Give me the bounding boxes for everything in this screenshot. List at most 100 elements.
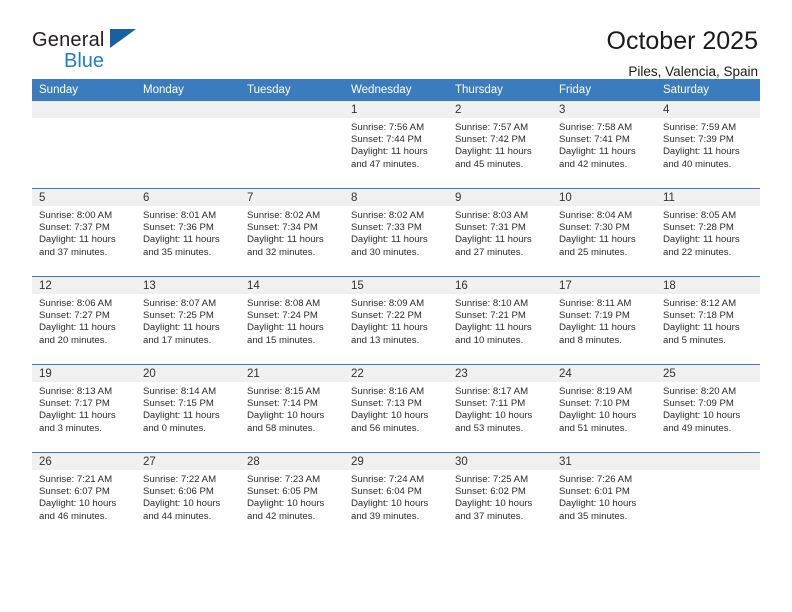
sunset-text: Sunset: 7:44 PM: [351, 134, 422, 146]
sunset-text: Sunset: 6:06 PM: [143, 486, 214, 498]
date-number: 17: [552, 277, 656, 294]
day-cell: 19 Sunrise: 8:13 AM Sunset: 7:17 PM Dayligh…: [32, 365, 136, 452]
date-number: 5: [32, 189, 136, 206]
calendar-cell-day-21[interactable]: 21 Sunrise: 8:15 AM Sunset: 7:14 PM Dayligh…: [240, 364, 344, 453]
calendar-cell-day-30[interactable]: 30 Sunrise: 7:25 AM Sunset: 6:02 PM Dayligh…: [448, 452, 552, 540]
daylight-text: Daylight: 11 hours and 47 minutes.: [351, 146, 428, 170]
sunset-text: Sunset: 7:39 PM: [663, 134, 734, 146]
sunset-text: Sunset: 7:09 PM: [663, 398, 734, 410]
sunrise-text: Sunrise: 7:57 AM: [455, 122, 529, 133]
calendar-cell-day-23[interactable]: 23 Sunrise: 8:17 AM Sunset: 7:11 PM Dayligh…: [448, 364, 552, 453]
calendar-cell-day-2[interactable]: 2 Sunrise: 7:57 AM Sunset: 7:42 PM Daylight…: [448, 101, 552, 189]
date-number: 21: [240, 365, 344, 382]
calendar-cell-day-9[interactable]: 9 Sunrise: 8:03 AM Sunset: 7:31 PM Daylight…: [448, 188, 552, 277]
calendar-cell-day-5[interactable]: 5 Sunrise: 8:00 AM Sunset: 7:37 PM Daylight…: [32, 188, 136, 277]
sunset-text: Sunset: 7:13 PM: [351, 398, 422, 410]
date-number: 26: [32, 453, 136, 470]
calendar-cell-day-6[interactable]: 6 Sunrise: 8:01 AM Sunset: 7:36 PM Daylight…: [136, 188, 240, 277]
calendar-week-row: 1 Sunrise: 7:56 AM Sunset: 7:44 PM Daylight…: [32, 101, 760, 189]
day-cell: 12 Sunrise: 8:06 AM Sunset: 7:27 PM Dayligh…: [32, 277, 136, 364]
date-number: 3: [552, 101, 656, 118]
calendar-cell-day-29[interactable]: 29 Sunrise: 7:24 AM Sunset: 6:04 PM Dayligh…: [344, 452, 448, 540]
calendar-cell-day-18[interactable]: 18 Sunrise: 8:12 AM Sunset: 7:18 PM Dayligh…: [656, 276, 760, 365]
calendar-cell-day-7[interactable]: 7 Sunrise: 8:02 AM Sunset: 7:34 PM Daylight…: [240, 188, 344, 277]
sunrise-text: Sunrise: 8:14 AM: [143, 386, 217, 397]
day-details: Sunrise: 8:13 AM Sunset: 7:17 PM Daylight:…: [32, 382, 136, 435]
calendar-cell-day-22[interactable]: 22 Sunrise: 8:16 AM Sunset: 7:13 PM Dayligh…: [344, 364, 448, 453]
calendar-cell-day-3[interactable]: 3 Sunrise: 7:58 AM Sunset: 7:41 PM Daylight…: [552, 101, 656, 189]
calendar-cell-day-1[interactable]: 1 Sunrise: 7:56 AM Sunset: 7:44 PM Daylight…: [344, 101, 448, 189]
brand-logo[interactable]: General Blue: [32, 26, 212, 71]
daylight-text: Daylight: 10 hours and 58 minutes.: [247, 410, 325, 434]
sunrise-text: Sunrise: 8:20 AM: [663, 386, 737, 397]
calendar-cell-day-14[interactable]: 14 Sunrise: 8:08 AM Sunset: 7:24 PM Dayligh…: [240, 276, 344, 365]
daylight-text: Daylight: 11 hours and 25 minutes.: [559, 234, 636, 258]
calendar-cell-day-24[interactable]: 24 Sunrise: 8:19 AM Sunset: 7:10 PM Dayligh…: [552, 364, 656, 453]
calendar-cell-day-12[interactable]: 12 Sunrise: 8:06 AM Sunset: 7:27 PM Dayligh…: [32, 276, 136, 365]
calendar-header-row: Sunday Monday Tuesday Wednesday Thursday Frid…: [32, 79, 760, 101]
calendar-week-row: 19 Sunrise: 8:13 AM Sunset: 7:17 PM Dayligh…: [32, 364, 760, 453]
sunset-text: Sunset: 6:05 PM: [247, 486, 318, 498]
page-subtitle: Piles, Valencia, Spain: [628, 64, 758, 79]
sunset-text: Sunset: 7:27 PM: [39, 310, 110, 322]
page-header: General Blue October 2025 Piles, Valenci…: [32, 0, 760, 79]
day-cell: 7 Sunrise: 8:02 AM Sunset: 7:34 PM Daylight…: [240, 189, 344, 276]
sunrise-text: Sunrise: 8:16 AM: [351, 386, 425, 397]
sunrise-text: Sunrise: 8:07 AM: [143, 298, 217, 309]
sunset-text: Sunset: 7:15 PM: [143, 398, 214, 410]
sunrise-text: Sunrise: 8:19 AM: [559, 386, 633, 397]
calendar-cell-empty: [32, 101, 136, 189]
calendar-cell-day-10[interactable]: 10 Sunrise: 8:04 AM Sunset: 7:30 PM Dayligh…: [552, 188, 656, 277]
date-number: 11: [656, 189, 760, 206]
calendar-cell-day-28[interactable]: 28 Sunrise: 7:23 AM Sunset: 6:05 PM Dayligh…: [240, 452, 344, 540]
date-number: 14: [240, 277, 344, 294]
sunset-text: Sunset: 7:36 PM: [143, 222, 214, 234]
sunrise-text: Sunrise: 8:08 AM: [247, 298, 321, 309]
calendar-cell-day-26[interactable]: 26 Sunrise: 7:21 AM Sunset: 6:07 PM Dayligh…: [32, 452, 136, 540]
calendar-cell-day-25[interactable]: 25 Sunrise: 8:20 AM Sunset: 7:09 PM Dayligh…: [656, 364, 760, 453]
sunset-text: Sunset: 7:37 PM: [39, 222, 110, 234]
day-details: Sunrise: 7:24 AM Sunset: 6:04 PM Daylight:…: [344, 470, 448, 523]
sunset-text: Sunset: 7:17 PM: [39, 398, 110, 410]
date-number: 6: [136, 189, 240, 206]
title-block: October 2025 Piles, Valencia, Spain: [607, 26, 761, 82]
day-details: Sunrise: 8:17 AM Sunset: 7:11 PM Daylight:…: [448, 382, 552, 435]
calendar-cell-day-20[interactable]: 20 Sunrise: 8:14 AM Sunset: 7:15 PM Dayligh…: [136, 364, 240, 453]
calendar-cell-day-19[interactable]: 19 Sunrise: 8:13 AM Sunset: 7:17 PM Dayligh…: [32, 364, 136, 453]
day-details: Sunrise: 8:03 AM Sunset: 7:31 PM Daylight:…: [448, 206, 552, 259]
calendar-cell-day-13[interactable]: 13 Sunrise: 8:07 AM Sunset: 7:25 PM Dayligh…: [136, 276, 240, 365]
sunrise-text: Sunrise: 8:06 AM: [39, 298, 113, 309]
day-cell: 25 Sunrise: 8:20 AM Sunset: 7:09 PM Dayligh…: [656, 365, 760, 452]
sunrise-text: Sunrise: 8:02 AM: [351, 210, 425, 221]
calendar-cell-day-31[interactable]: 31 Sunrise: 7:26 AM Sunset: 6:01 PM Dayligh…: [552, 452, 656, 540]
calendar-cell-day-4[interactable]: 4 Sunrise: 7:59 AM Sunset: 7:39 PM Daylight…: [656, 101, 760, 189]
sunset-text: Sunset: 7:34 PM: [247, 222, 318, 234]
daylight-text: Daylight: 11 hours and 27 minutes.: [455, 234, 532, 258]
day-details: Sunrise: 8:10 AM Sunset: 7:21 PM Daylight:…: [448, 294, 552, 347]
day-cell: 14 Sunrise: 8:08 AM Sunset: 7:24 PM Dayligh…: [240, 277, 344, 364]
date-number: 15: [344, 277, 448, 294]
sunrise-text: Sunrise: 8:04 AM: [559, 210, 633, 221]
day-cell: 10 Sunrise: 8:04 AM Sunset: 7:30 PM Dayligh…: [552, 189, 656, 276]
sunrise-text: Sunrise: 7:56 AM: [351, 122, 425, 133]
day-cell: 2 Sunrise: 7:57 AM Sunset: 7:42 PM Daylight…: [448, 101, 552, 188]
calendar-cell-day-15[interactable]: 15 Sunrise: 8:09 AM Sunset: 7:22 PM Dayligh…: [344, 276, 448, 365]
day-cell: 4 Sunrise: 7:59 AM Sunset: 7:39 PM Daylight…: [656, 101, 760, 188]
daylight-text: Daylight: 10 hours and 35 minutes.: [559, 498, 637, 522]
date-number: 28: [240, 453, 344, 470]
calendar-cell-day-27[interactable]: 27 Sunrise: 7:22 AM Sunset: 6:06 PM Dayligh…: [136, 452, 240, 540]
calendar-cell-day-8[interactable]: 8 Sunrise: 8:02 AM Sunset: 7:33 PM Daylight…: [344, 188, 448, 277]
sunset-text: Sunset: 7:33 PM: [351, 222, 422, 234]
day-details: Sunrise: 7:26 AM Sunset: 6:01 PM Daylight:…: [552, 470, 656, 523]
calendar-cell-day-11[interactable]: 11 Sunrise: 8:05 AM Sunset: 7:28 PM Dayligh…: [656, 188, 760, 277]
daylight-text: Daylight: 10 hours and 39 minutes.: [351, 498, 429, 522]
date-number: 27: [136, 453, 240, 470]
calendar-cell-day-16[interactable]: 16 Sunrise: 8:10 AM Sunset: 7:21 PM Dayligh…: [448, 276, 552, 365]
calendar-page: General Blue October 2025 Piles, Valenci…: [0, 0, 792, 612]
weekday-header-friday: Friday: [552, 79, 656, 101]
day-details: Sunrise: 8:15 AM Sunset: 7:14 PM Daylight:…: [240, 382, 344, 435]
sunset-text: Sunset: 7:19 PM: [559, 310, 630, 322]
calendar-cell-day-17[interactable]: 17 Sunrise: 8:11 AM Sunset: 7:19 PM Dayligh…: [552, 276, 656, 365]
sunset-text: Sunset: 6:04 PM: [351, 486, 422, 498]
day-cell: 6 Sunrise: 8:01 AM Sunset: 7:36 PM Daylight…: [136, 189, 240, 276]
